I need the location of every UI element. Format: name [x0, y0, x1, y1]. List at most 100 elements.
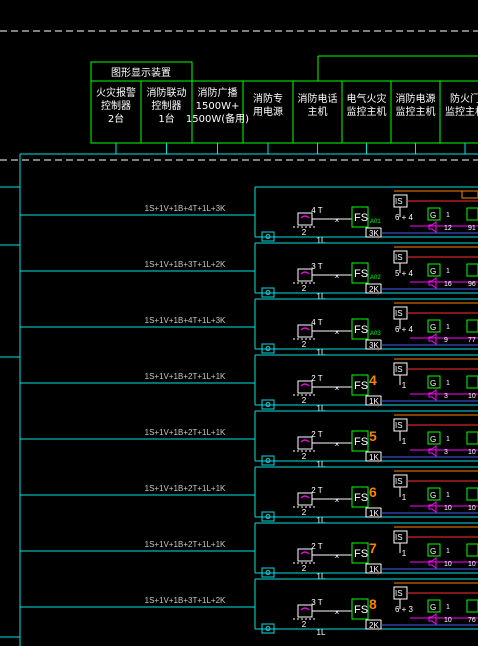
k-count: 1K — [369, 453, 379, 462]
speaker-count: 12 — [444, 225, 452, 232]
g-label: G — [430, 435, 436, 444]
device-counts: 5 + 4 — [395, 269, 414, 278]
cable-spec: 1S+1V+1B+4T+1L+3K — [145, 316, 226, 325]
header-column-label: 防火门 — [450, 92, 478, 105]
jack-number: 2 — [302, 284, 307, 293]
speaker-icon — [428, 557, 437, 569]
last-count: 10 — [468, 561, 476, 568]
l-count: 1L — [317, 628, 326, 637]
k-count: 2K — [369, 621, 379, 630]
floor-loop-row: 1S+1V+1B+2T+1L+1K 2 T 1L 2 × FS 4 1K IS 1 G 1 3 10 — [20, 354, 478, 413]
header-column-label: 监控主机 — [445, 105, 478, 118]
device-counts: 1 — [402, 437, 407, 446]
k-count: 2K — [369, 285, 379, 294]
g-count: 1 — [446, 324, 450, 331]
last-count: 10 — [468, 393, 476, 400]
speaker-count: 10 — [444, 617, 452, 624]
g-count: 1 — [446, 604, 450, 611]
fs-label: FS — [354, 324, 368, 336]
fs-label: FS — [354, 604, 368, 616]
fs-label: FS — [354, 548, 368, 560]
l-count: 1L — [317, 236, 326, 245]
floor-loop-row: 1S+1V+1B+2T+1L+1K 2 T 1L 2 × FS 5 1K IS 1 G 1 3 10 — [20, 410, 478, 469]
floor-loop-row: 1S+1V+1B+2T+1L+1K 2 T 1L 2 × FS 7 1K IS 1 G 1 10 10 — [20, 522, 478, 581]
is-label: IS — [395, 365, 403, 374]
header-column-label: 监控主机 — [347, 105, 387, 118]
device-counts: 6 + 4 — [395, 213, 414, 222]
last-box — [466, 487, 478, 501]
equipment-header: 图形显示装置火灾报警控制器2台消防联动控制器1台消防广播1500W+1500W(… — [90, 55, 478, 154]
cable-spec: 1S+1V+1B+2T+1L+1K — [145, 540, 226, 549]
address-tag: A01 — [370, 219, 381, 225]
k-count: 1K — [369, 565, 379, 574]
phone-jack-icon — [297, 212, 313, 226]
g-count: 1 — [446, 212, 450, 219]
phone-jack-glyph — [300, 607, 310, 611]
cable-spec: 1S+1V+1B+3T+1L+2K — [145, 260, 226, 269]
l-count: 1L — [317, 572, 326, 581]
fire-alarm-system-diagram: 图形显示装置火灾报警控制器2台消防联动控制器1台消防广播1500W+1500W(… — [0, 30, 478, 646]
fs-label: FS — [354, 212, 368, 224]
header-column-label: 消防电话 — [298, 92, 338, 105]
g-count: 1 — [446, 268, 450, 275]
g-count: 1 — [446, 436, 450, 443]
last-box — [466, 599, 478, 613]
fs-label: FS — [354, 436, 368, 448]
is-label: IS — [395, 589, 403, 598]
phone-jack-icon — [297, 604, 313, 618]
last-count: 91 — [468, 225, 476, 232]
fs-label: FS — [354, 380, 368, 392]
cross-mark: × — [335, 328, 340, 337]
k-count: 1K — [369, 509, 379, 518]
speaker-icon — [428, 333, 437, 345]
header-column-label: 1500W+ — [196, 101, 240, 112]
speaker-count: 9 — [444, 337, 448, 344]
g-label: G — [430, 379, 436, 388]
header-column-label: 主机 — [308, 105, 328, 118]
speaker-icon — [428, 277, 437, 289]
telephone-count: 3 T — [311, 598, 323, 607]
speaker-icon — [428, 221, 437, 233]
phone-jack-icon — [297, 268, 313, 282]
last-count: 77 — [468, 337, 476, 344]
phone-jack-glyph — [300, 495, 310, 499]
g-count: 1 — [446, 380, 450, 387]
cross-mark: × — [335, 496, 340, 505]
last-box — [466, 263, 478, 277]
device-counts: 6 + 4 — [395, 325, 414, 334]
g-label: G — [430, 267, 436, 276]
is-label: IS — [395, 309, 403, 318]
speaker-icon — [428, 501, 437, 513]
phone-jack-icon — [297, 492, 313, 506]
header-column-label: 1台 — [158, 112, 174, 125]
phone-jack-glyph — [300, 271, 310, 275]
phone-jack-icon — [297, 548, 313, 562]
cable-spec: 1S+1V+1B+2T+1L+1K — [145, 372, 226, 381]
telephone-count: 2 T — [311, 374, 323, 383]
phone-jack-glyph — [300, 551, 310, 555]
g-count: 1 — [446, 548, 450, 555]
jack-number: 2 — [302, 620, 307, 629]
display-device-label: 图形显示装置 — [111, 66, 171, 79]
floor-loop-row: 1S+1V+1B+3T+1L+2K 3 T 1L 2 × FS A02 2K IS 5 + 4 G 1… — [20, 242, 478, 301]
last-count: 10 — [468, 505, 476, 512]
jack-number: 2 — [302, 340, 307, 349]
telephone-count: 2 T — [311, 542, 323, 551]
address-tag: 8 — [369, 596, 377, 612]
phone-jack-icon — [297, 436, 313, 450]
telephone-count: 2 T — [311, 430, 323, 439]
top-marker — [461, 190, 478, 199]
last-count: 10 — [468, 449, 476, 456]
telephone-count: 3 T — [311, 262, 323, 271]
last-count: 96 — [468, 281, 476, 288]
cable-spec: 1S+1V+1B+4T+1L+3K — [145, 204, 226, 213]
phone-jack-glyph — [300, 327, 310, 331]
last-box — [466, 543, 478, 557]
address-tag: A02 — [370, 275, 381, 281]
header-column-label: 消防联动 — [147, 86, 187, 99]
device-counts: 1 — [402, 381, 407, 390]
fs-label: FS — [354, 492, 368, 504]
last-box — [466, 319, 478, 333]
l-count: 1L — [317, 292, 326, 301]
cross-mark: × — [335, 216, 340, 225]
